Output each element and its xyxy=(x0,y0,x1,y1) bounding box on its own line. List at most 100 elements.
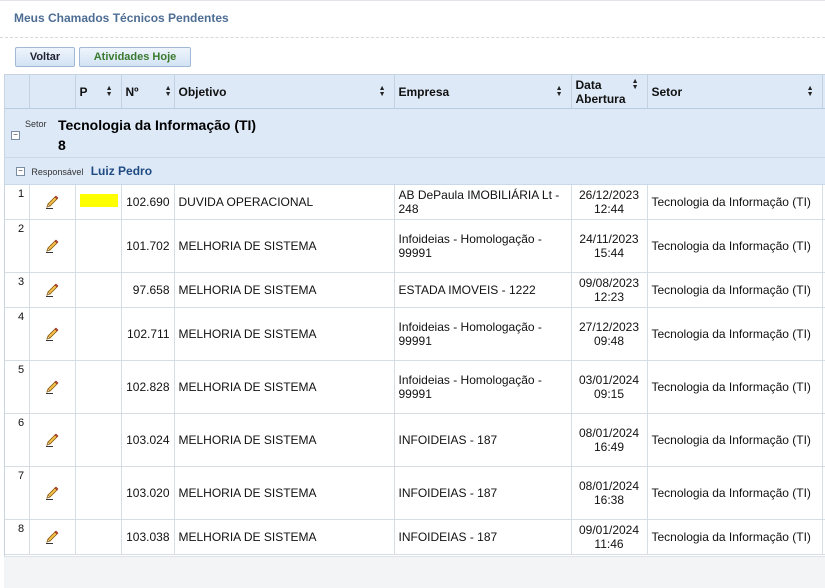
ticket-setor: Tecnologia da Informação (TI) xyxy=(647,184,823,220)
collapse-icon[interactable]: − xyxy=(16,167,25,177)
ticket-number[interactable]: 102.828 xyxy=(121,360,175,414)
table-row[interactable]: 3 97.658 MELHORIA DE SISTEMA ESTADA IMOV… xyxy=(5,272,825,308)
col-index-header xyxy=(5,75,30,109)
sort-icon[interactable]: ▲ ▼ xyxy=(556,85,563,98)
table-row[interactable]: 1 102.690 DUVIDA OPERACIONAL AB DePaula … xyxy=(5,184,825,220)
row-index: 3 xyxy=(5,272,30,308)
tickets-table: P ▲ ▼ Nº ▲ ▼ Objetivo ▲ ▼ Empresa ▲ ▼ Data xyxy=(5,75,825,555)
priority-cell xyxy=(75,219,122,273)
edit-cell[interactable] xyxy=(29,360,76,414)
col-data-label-1: Data xyxy=(575,77,602,92)
ticket-objetivo: MELHORIA DE SISTEMA xyxy=(174,219,395,273)
col-edit-header xyxy=(29,75,76,109)
ticket-empresa: INFOIDEIAS - 187 xyxy=(394,466,572,520)
table-row[interactable]: 5 102.828 MELHORIA DE SISTEMA Infoideias… xyxy=(5,360,825,414)
ticket-date: 08/01/2024 xyxy=(578,479,640,493)
page-title: Meus Chamados Técnicos Pendentes xyxy=(14,11,229,25)
ticket-setor: Tecnologia da Informação (TI) xyxy=(647,307,823,361)
pencil-icon[interactable] xyxy=(44,238,60,254)
edit-cell[interactable] xyxy=(29,272,76,308)
voltar-button[interactable]: Voltar xyxy=(15,47,75,67)
pencil-icon[interactable] xyxy=(44,326,60,342)
sort-icon[interactable]: ▲ ▼ xyxy=(632,78,639,91)
pencil-icon[interactable] xyxy=(44,194,60,210)
priority-cell xyxy=(75,413,122,467)
table-row[interactable]: 8 103.038 MELHORIA DE SISTEMA INFOIDEIAS… xyxy=(5,519,825,555)
ticket-number[interactable]: 103.024 xyxy=(121,413,175,467)
priority-indicator xyxy=(79,194,118,207)
row-index: 7 xyxy=(5,466,30,520)
priority-cell xyxy=(75,307,122,361)
sort-icon[interactable]: ▲ ▼ xyxy=(165,85,172,98)
priority-cell xyxy=(75,466,122,520)
sort-icon[interactable]: ▲ ▼ xyxy=(807,85,814,98)
tickets-grid: P ▲ ▼ Nº ▲ ▼ Objetivo ▲ ▼ Empresa ▲ ▼ Data xyxy=(4,74,825,557)
ticket-objetivo: MELHORIA DE SISTEMA xyxy=(174,272,395,308)
collapse-icon[interactable]: − xyxy=(11,131,20,141)
sort-icon[interactable]: ▲ ▼ xyxy=(379,85,386,98)
pencil-icon[interactable] xyxy=(44,432,60,448)
group-setor-label: Setor xyxy=(25,119,47,129)
title-bar: Meus Chamados Técnicos Pendentes xyxy=(0,0,825,38)
ticket-objetivo: DUVIDA OPERACIONAL xyxy=(174,184,395,220)
ticket-setor: Tecnologia da Informação (TI) xyxy=(647,466,823,520)
col-empresa-header[interactable]: Empresa ▲ ▼ xyxy=(394,75,572,109)
ticket-number[interactable]: 103.020 xyxy=(121,466,175,520)
col-p-header[interactable]: P ▲ ▼ xyxy=(75,75,122,109)
row-index: 6 xyxy=(5,413,30,467)
sort-icon[interactable]: ▲ ▼ xyxy=(106,85,113,98)
ticket-time: 11:46 xyxy=(594,537,624,551)
ticket-empresa: Infoideias - Homologação - 99991 xyxy=(394,360,572,414)
priority-cell xyxy=(75,519,122,555)
row-index: 4 xyxy=(5,307,30,361)
row-index: 8 xyxy=(5,519,30,555)
ticket-date: 09/01/2024 xyxy=(578,523,640,537)
header-row: P ▲ ▼ Nº ▲ ▼ Objetivo ▲ ▼ Empresa ▲ ▼ Data xyxy=(5,75,825,109)
edit-cell[interactable] xyxy=(29,413,76,467)
col-setor-header[interactable]: Setor ▲ ▼ xyxy=(647,75,823,109)
ticket-data: 26/12/2023 12:44 xyxy=(571,184,648,220)
ticket-date: 08/01/2024 xyxy=(578,426,640,440)
table-row[interactable]: 6 103.024 MELHORIA DE SISTEMA INFOIDEIAS… xyxy=(5,413,825,467)
edit-cell[interactable] xyxy=(29,466,76,520)
table-row[interactable]: 2 101.702 MELHORIA DE SISTEMA Infoideias… xyxy=(5,219,825,273)
ticket-data: 09/08/2023 12:23 xyxy=(571,272,648,308)
table-row[interactable]: 4 102.711 MELHORIA DE SISTEMA Infoideias… xyxy=(5,307,825,361)
col-data-header[interactable]: Data Abertura ▲ ▼ xyxy=(571,75,648,109)
ticket-number[interactable]: 97.658 xyxy=(121,272,175,308)
col-objetivo-header[interactable]: Objetivo ▲ ▼ xyxy=(174,75,395,109)
col-setor-label: Setor xyxy=(651,84,683,99)
ticket-number[interactable]: 101.702 xyxy=(121,219,175,273)
ticket-date: 27/12/2023 xyxy=(578,320,640,334)
ticket-number[interactable]: 102.711 xyxy=(121,307,175,361)
ticket-empresa: INFOIDEIAS - 187 xyxy=(394,519,572,555)
ticket-setor: Tecnologia da Informação (TI) xyxy=(647,360,823,414)
pencil-icon[interactable] xyxy=(44,379,60,395)
edit-cell[interactable] xyxy=(29,307,76,361)
ticket-empresa: INFOIDEIAS - 187 xyxy=(394,413,572,467)
ticket-objetivo: MELHORIA DE SISTEMA xyxy=(174,466,395,520)
pencil-icon[interactable] xyxy=(44,485,60,501)
ticket-setor: Tecnologia da Informação (TI) xyxy=(647,519,823,555)
group-setor-count: 8 xyxy=(58,137,66,153)
group-setor-row: − Setor Tecnologia da Informação (TI) 8 xyxy=(5,108,825,158)
ticket-number[interactable]: 103.038 xyxy=(121,519,175,555)
ticket-empresa: Infoideias - Homologação - 99991 xyxy=(394,307,572,361)
row-index: 5 xyxy=(5,360,30,414)
edit-cell[interactable] xyxy=(29,519,76,555)
ticket-setor: Tecnologia da Informação (TI) xyxy=(647,272,823,308)
col-empresa-label: Empresa xyxy=(398,84,450,99)
group-setor-value: Tecnologia da Informação (TI) xyxy=(58,117,257,133)
col-objetivo-label: Objetivo xyxy=(178,84,227,99)
pencil-icon[interactable] xyxy=(44,529,60,545)
grid-footer xyxy=(4,556,825,588)
edit-cell[interactable] xyxy=(29,184,76,220)
row-index: 1 xyxy=(5,184,30,220)
table-row[interactable]: 7 103.020 MELHORIA DE SISTEMA INFOIDEIAS… xyxy=(5,466,825,520)
col-p-label: P xyxy=(79,84,88,99)
atividades-hoje-button[interactable]: Atividades Hoje xyxy=(79,47,191,67)
col-numero-header[interactable]: Nº ▲ ▼ xyxy=(121,75,175,109)
ticket-number[interactable]: 102.690 xyxy=(121,184,175,220)
edit-cell[interactable] xyxy=(29,219,76,273)
pencil-icon[interactable] xyxy=(44,282,60,298)
